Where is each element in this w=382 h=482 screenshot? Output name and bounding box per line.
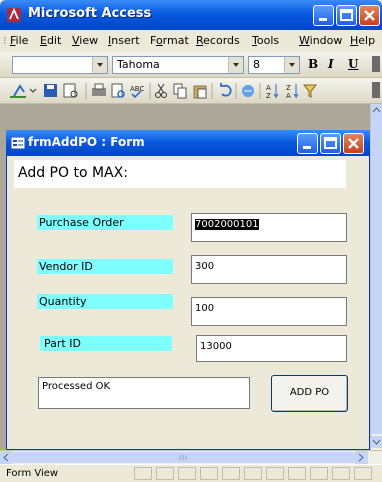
form-title: frmAddPO : Form xyxy=(28,135,145,149)
print-icon[interactable] xyxy=(92,83,106,96)
svg-text:A: A xyxy=(266,84,271,92)
form-header: Add PO to MAX: xyxy=(14,160,346,188)
status-panel xyxy=(222,467,240,480)
hyperlink-icon[interactable] xyxy=(242,85,254,97)
toolbar-overflow-icon[interactable] xyxy=(372,82,380,98)
form-minimize-button[interactable] xyxy=(297,133,318,154)
bold-button[interactable]: B xyxy=(308,57,318,71)
hscroll-thumb[interactable] xyxy=(13,452,355,463)
chevron-down-icon xyxy=(228,57,243,73)
horizontal-scrollbar[interactable] xyxy=(0,450,382,464)
standard-toolbar: ABC AZ ZA xyxy=(0,78,382,104)
add-po-button[interactable]: ADD PO xyxy=(271,375,348,412)
font-size-combo[interactable]: 8 xyxy=(248,56,300,74)
form-title-bar: frmAddPO : Form xyxy=(6,130,370,156)
underline-button[interactable]: U xyxy=(348,57,358,71)
chevron-down-icon xyxy=(284,57,299,73)
status-panel xyxy=(200,467,218,480)
object-combo[interactable] xyxy=(12,56,108,74)
svg-text:Z: Z xyxy=(266,92,271,100)
copy-icon[interactable] xyxy=(173,83,187,99)
menu-help[interactable]: Help xyxy=(350,34,375,47)
font-name-combo[interactable]: Tahoma xyxy=(112,56,244,74)
label-part-id: Part ID xyxy=(40,336,172,351)
purchase-order-input[interactable]: 7002000101 xyxy=(191,213,347,242)
part-id-input[interactable]: 13000 xyxy=(196,335,347,362)
vendor-id-input[interactable]: 300 xyxy=(191,255,347,284)
label-vendor-id: Vendor ID xyxy=(37,259,173,274)
menu-format[interactable]: Format xyxy=(150,34,189,47)
status-panel xyxy=(134,467,152,480)
minimize-icon xyxy=(319,18,327,21)
maximize-icon xyxy=(340,9,353,21)
close-button[interactable] xyxy=(359,5,380,26)
menubar-grip: ⁝ xyxy=(3,34,7,47)
chevron-down-icon[interactable] xyxy=(29,88,37,93)
status-panel xyxy=(332,467,350,480)
save-icon[interactable] xyxy=(44,84,57,97)
filter-icon[interactable] xyxy=(302,84,318,98)
print-preview-icon[interactable] xyxy=(111,83,125,98)
paste-icon[interactable] xyxy=(193,85,207,99)
status-panel xyxy=(288,467,306,480)
status-panel xyxy=(244,467,262,480)
sort-ascending-icon[interactable]: AZ xyxy=(266,84,279,100)
file-search-icon[interactable] xyxy=(63,83,78,98)
undo-icon[interactable] xyxy=(220,83,232,97)
svg-text:A: A xyxy=(286,92,291,100)
access-app-icon xyxy=(6,7,22,23)
label-purchase-order: Purchase Order xyxy=(37,215,173,230)
status-bar: Form View xyxy=(0,464,382,482)
menu-window[interactable]: Window xyxy=(299,34,342,47)
svg-text:Z: Z xyxy=(286,84,291,92)
menu-bar: ⁝ File Edit View Insert Format Records T… xyxy=(0,30,382,52)
design-view-icon[interactable] xyxy=(10,84,26,98)
maximize-button[interactable] xyxy=(336,5,357,26)
scroll-thumb[interactable] xyxy=(371,116,382,434)
formatting-toolbar: Tahoma 8 B I U xyxy=(0,52,382,78)
cut-icon[interactable] xyxy=(155,83,167,98)
app-title: Microsoft Access xyxy=(28,6,152,21)
status-panel xyxy=(156,467,174,480)
svg-text:ABC: ABC xyxy=(130,85,144,93)
vertical-scrollbar[interactable] xyxy=(370,104,382,450)
form-header-label: Add PO to MAX: xyxy=(18,165,128,181)
status-text: Form View xyxy=(6,468,59,479)
app-title-bar: Microsoft Access xyxy=(0,0,382,30)
status-panel xyxy=(266,467,284,480)
quantity-input[interactable]: 100 xyxy=(191,297,347,326)
sort-descending-icon[interactable]: ZA xyxy=(286,84,299,100)
chevron-down-icon xyxy=(92,57,107,73)
spelling-icon[interactable]: ABC xyxy=(130,85,144,99)
menu-file[interactable]: File xyxy=(10,34,28,47)
close-icon xyxy=(348,138,359,149)
menu-edit[interactable]: Edit xyxy=(40,34,61,47)
italic-button[interactable]: I xyxy=(328,57,334,71)
form-maximize-button[interactable] xyxy=(320,133,341,154)
status-panel xyxy=(310,467,328,480)
maximize-icon xyxy=(324,137,337,149)
add-po-button-label: ADD PO xyxy=(289,387,330,398)
minimize-icon xyxy=(303,146,311,149)
menu-tools[interactable]: Tools xyxy=(252,34,279,47)
close-icon xyxy=(364,10,375,21)
status-output: Processed OK xyxy=(38,377,250,409)
minimize-button[interactable] xyxy=(313,5,334,26)
form-icon xyxy=(10,136,26,152)
menu-records[interactable]: Records xyxy=(196,34,240,47)
status-panel xyxy=(354,467,372,480)
menu-view[interactable]: View xyxy=(72,34,98,47)
status-panel xyxy=(178,467,196,480)
menu-insert[interactable]: Insert xyxy=(108,34,140,47)
toolbar-overflow-icon[interactable] xyxy=(372,56,380,72)
label-quantity: Quantity xyxy=(37,294,173,309)
form-close-button[interactable] xyxy=(343,133,364,154)
